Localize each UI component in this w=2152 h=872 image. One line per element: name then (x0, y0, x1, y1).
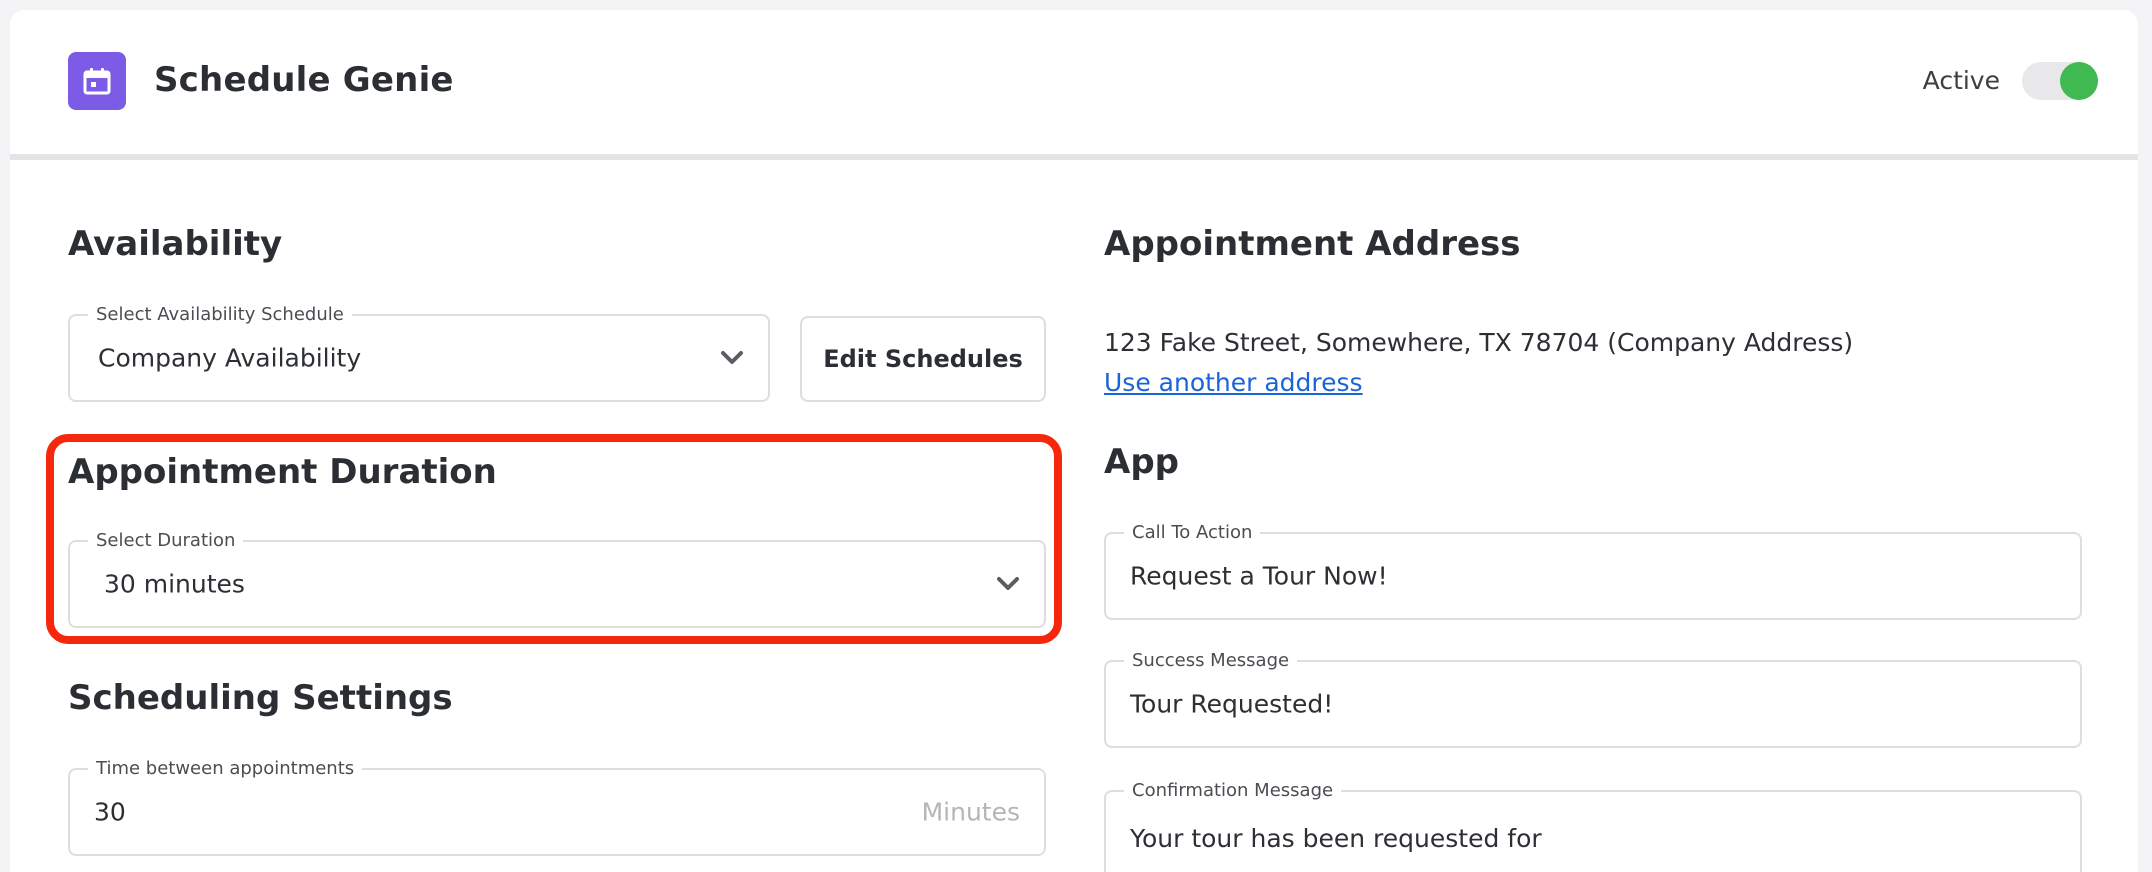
time-between-value: 30 (94, 797, 126, 827)
call-to-action-input[interactable]: Call To Action Request a Tour Now! (1104, 522, 2082, 620)
app-heading: App (1104, 442, 1179, 482)
availability-schedule-legend: Select Availability Schedule (88, 304, 352, 326)
duration-legend: Select Duration (88, 530, 244, 552)
address-heading: Appointment Address (1104, 224, 1521, 264)
active-toggle[interactable] (2022, 62, 2098, 100)
duration-value: 30 minutes (104, 569, 245, 599)
use-another-address-link[interactable]: Use another address (1104, 368, 1363, 397)
time-between-input[interactable]: Time between appointments 30 Minutes (68, 758, 1046, 856)
duration-select[interactable]: Select Duration 30 minutes (68, 530, 1046, 628)
availability-schedule-select[interactable]: Select Availability Schedule Company Ava… (68, 304, 770, 402)
success-message-legend: Success Message (1124, 650, 1298, 672)
settings-card: Schedule Genie Active Availability Selec… (10, 10, 2138, 872)
status-label: Active (1922, 66, 2000, 95)
duration-heading: Appointment Duration (68, 452, 497, 492)
calendar-icon (68, 52, 126, 110)
app-title: Schedule Genie (154, 60, 454, 100)
availability-heading: Availability (68, 224, 283, 264)
chevron-down-icon (721, 351, 743, 364)
scheduling-heading: Scheduling Settings (68, 678, 453, 718)
confirmation-message-value: Your tour has been requested for (1130, 824, 1542, 853)
success-message-input[interactable]: Success Message Tour Requested! (1104, 650, 2082, 748)
chevron-down-icon (997, 577, 1019, 590)
minutes-unit: Minutes (921, 797, 1020, 827)
confirmation-message-legend: Confirmation Message (1124, 780, 1342, 802)
confirmation-message-input[interactable]: Confirmation Message Your tour has been … (1104, 780, 2082, 872)
call-to-action-legend: Call To Action (1124, 522, 1261, 544)
edit-schedules-button[interactable]: Edit Schedules (800, 316, 1046, 402)
address-text: 123 Fake Street, Somewhere, TX 78704 (Co… (1104, 328, 1854, 357)
toggle-knob (2060, 62, 2098, 100)
call-to-action-value: Request a Tour Now! (1130, 561, 1388, 591)
success-message-value: Tour Requested! (1130, 689, 1334, 719)
page-header: Schedule Genie Active (10, 10, 2138, 160)
availability-schedule-value: Company Availability (98, 343, 362, 373)
time-between-legend: Time between appointments (88, 758, 363, 780)
